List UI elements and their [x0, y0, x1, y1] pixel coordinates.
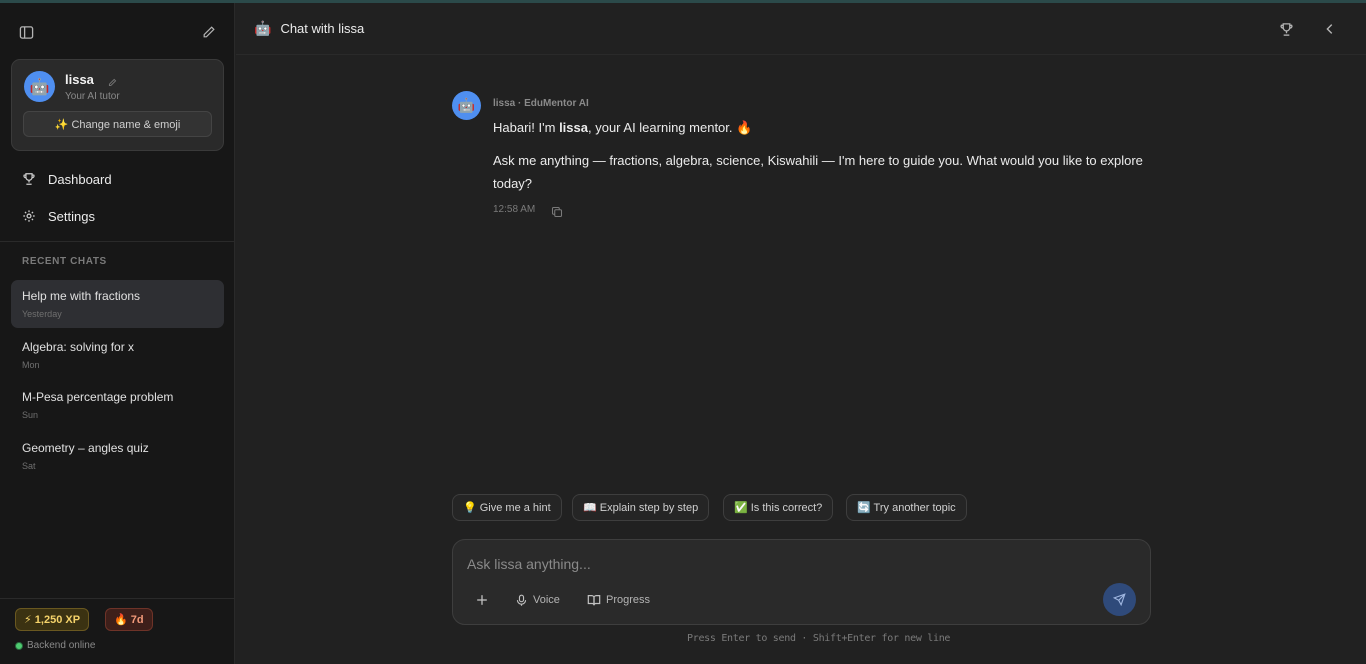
send-button[interactable] [1103, 583, 1136, 616]
tutor-profile-card: 🤖 lissa Your AI tutor ✨ Change name & em… [11, 59, 224, 151]
backend-status-text: Backend online [27, 640, 96, 651]
suggestion-check-button[interactable]: ✅ Is this correct? [723, 494, 834, 521]
bot-emoji-icon: 🤖 [254, 20, 272, 36]
trophy-icon[interactable] [1275, 18, 1297, 40]
copy-icon[interactable] [551, 205, 563, 223]
nav-dashboard-label: Dashboard [48, 171, 112, 187]
sidebar-footer-divider [0, 598, 235, 599]
toggle-sidebar-icon[interactable] [15, 21, 37, 43]
chat-title-text: Chat with lissa [280, 21, 365, 36]
keyboard-hint: Press Enter to send · Shift+Enter for ne… [687, 633, 951, 644]
microphone-icon [515, 594, 533, 607]
chat-time: Sun [22, 410, 39, 420]
sidebar: 🤖 lissa Your AI tutor ✨ Change name & em… [0, 3, 235, 664]
recent-chat-item[interactable]: Algebra: solving for x Mon [11, 331, 224, 379]
message-timestamp: 12:58 AM [493, 204, 536, 215]
message-body: Ask me anything — fractions, algebra, sc… [493, 153, 1143, 191]
status-dot-icon [15, 641, 23, 650]
send-icon [1113, 593, 1126, 606]
message-sender: lissa · EduMentor AI [493, 98, 589, 109]
nav-dashboard[interactable]: Dashboard [11, 163, 224, 195]
nav-settings-label: Settings [48, 208, 95, 224]
greeting-suffix: , your AI learning mentor. 🔥 [587, 120, 753, 135]
book-icon [587, 593, 606, 607]
message-greeting: Habari! I'm lissa, your AI learning ment… [493, 120, 752, 136]
attach-plus-button[interactable] [475, 590, 494, 610]
assistant-avatar: 🤖 [452, 91, 481, 120]
nav-settings[interactable]: Settings [11, 200, 224, 232]
plus-icon [475, 593, 494, 607]
chat-title: Geometry – angles quiz [22, 441, 149, 455]
tutor-avatar: 🤖 [24, 71, 55, 102]
voice-button[interactable]: Voice [515, 590, 560, 610]
progress-button[interactable]: Progress [587, 590, 650, 610]
suggestion-hint-button[interactable]: 💡 Give me a hint [452, 494, 562, 521]
backend-status: Backend online [15, 640, 95, 651]
xp-badge: ⚡ 1,250 XP [15, 608, 90, 631]
message-input[interactable] [467, 553, 1067, 575]
chat-header: 🤖 Chat with lissa [236, 3, 1366, 55]
chat-title: Help me with fractions [22, 289, 141, 303]
gear-icon [22, 209, 48, 223]
greeting-name: lissa [559, 120, 588, 135]
progress-label: Progress [606, 594, 651, 606]
sidebar-toolbar [0, 3, 235, 59]
chat-time: Mon [22, 360, 40, 370]
page-title: 🤖 Chat with lissa [254, 20, 364, 37]
message-composer: Voice Progress [452, 539, 1151, 625]
greeting-prefix: Habari! I'm [493, 120, 560, 135]
chevron-left-icon[interactable] [1319, 18, 1341, 40]
chat-title: Algebra: solving for x [22, 340, 135, 354]
tutor-name: lissa [65, 72, 94, 87]
recent-chat-item[interactable]: M-Pesa percentage problem Sun [11, 381, 224, 429]
sidebar-divider [0, 241, 235, 242]
change-name-emoji-button[interactable]: ✨ Change name & emoji [23, 111, 212, 137]
streak-badge: 🔥 7d [105, 608, 153, 631]
suggestion-topic-button[interactable]: 🔄 Try another topic [846, 494, 967, 521]
chat-title: M-Pesa percentage problem [22, 390, 174, 404]
tutor-subtitle: Your AI tutor [65, 91, 120, 102]
suggestion-explain-button[interactable]: 📖 Explain step by step [572, 494, 710, 521]
new-chat-pencil-icon[interactable] [198, 21, 220, 43]
recent-chat-item[interactable]: Geometry – angles quiz Sat [11, 432, 224, 480]
recent-chat-item[interactable]: Help me with fractions Yesterday [11, 280, 224, 328]
edit-name-pencil-icon[interactable] [108, 74, 117, 92]
chat-time: Yesterday [22, 309, 62, 319]
voice-label: Voice [533, 594, 560, 606]
trophy-icon [22, 172, 48, 186]
chat-time: Sat [22, 461, 36, 471]
recent-chats-heading: RECENT CHATS [22, 256, 107, 267]
